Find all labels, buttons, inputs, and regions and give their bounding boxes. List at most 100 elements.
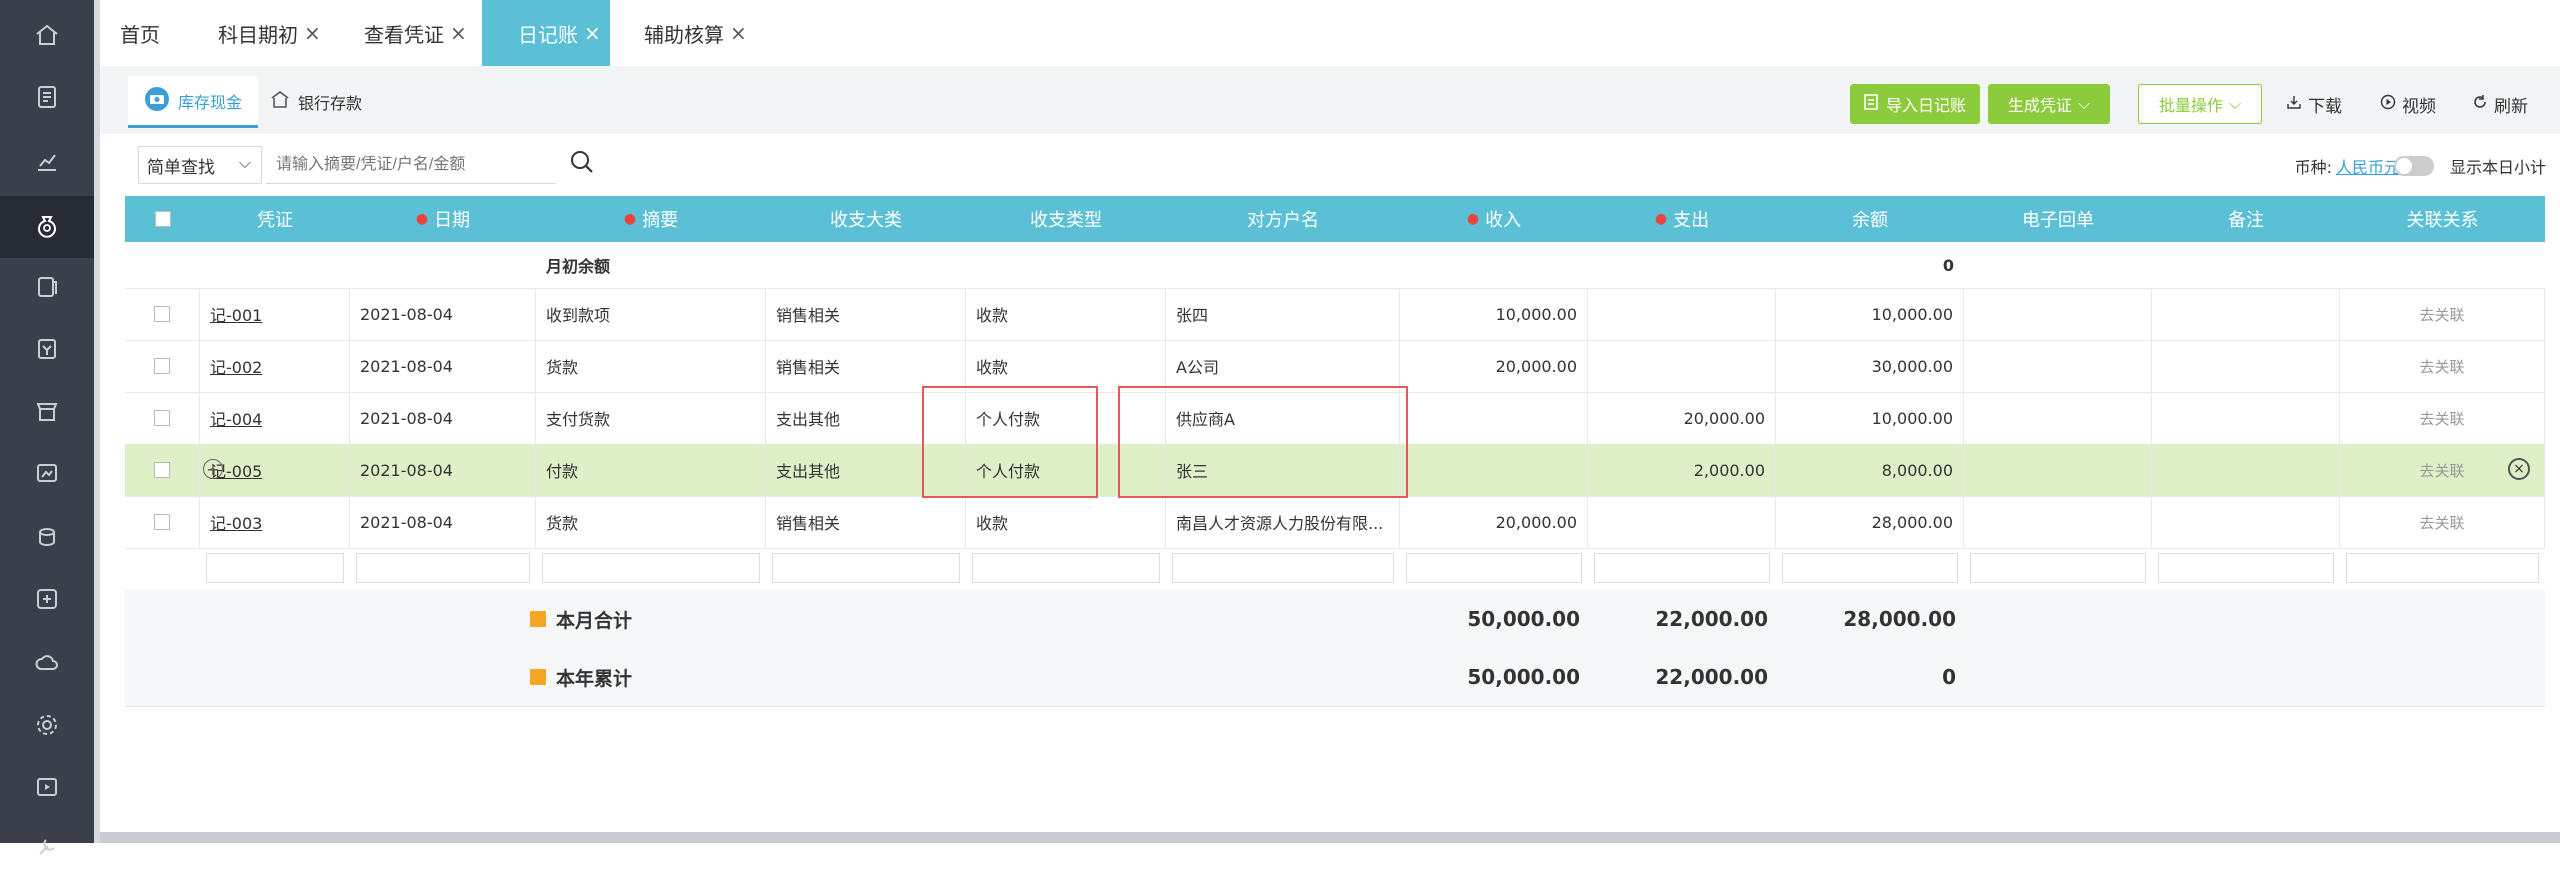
sidebar-item-voucher[interactable] <box>0 570 94 632</box>
row-checkbox-cell <box>125 444 200 496</box>
voucher-link[interactable]: 记-002 <box>210 354 262 378</box>
new-entry-input[interactable] <box>2158 553 2334 583</box>
new-entry-input[interactable] <box>1970 553 2146 583</box>
cell-note <box>2152 392 2340 444</box>
opening-balance-label: 月初余额 <box>546 257 611 276</box>
total-expense: 22,000.00 <box>1655 665 1768 689</box>
sidebar-item-asset[interactable] <box>0 444 94 506</box>
cell-balance: 30,000.00 <box>1776 340 1964 392</box>
sidebar-item-home[interactable] <box>0 6 94 68</box>
tab-journal[interactable]: 日记账 × <box>482 0 610 66</box>
report-icon <box>34 84 60 114</box>
sidebar-item-ledger[interactable] <box>0 258 94 320</box>
year-total-row: 本年累计 50,000.00 22,000.00 0 <box>125 648 2545 707</box>
search-mode-select[interactable]: 简单查找 ⌵ <box>138 146 262 184</box>
sidebar-item-invoice[interactable] <box>0 320 94 382</box>
remove-row-icon[interactable]: × <box>2508 458 2530 480</box>
row-checkbox[interactable] <box>154 358 170 374</box>
row-checkbox-cell <box>125 392 200 444</box>
cell-text: 货款 <box>546 358 579 377</box>
close-icon[interactable]: × <box>730 21 747 45</box>
settings-icon <box>34 712 60 742</box>
search-icon[interactable] <box>568 148 598 178</box>
close-icon[interactable]: × <box>304 21 321 45</box>
table-row[interactable]: 记-003 2021-08-04 货款 销售相关 收款 南昌人才资源人力股份有限... 20… <box>125 496 2545 549</box>
tab-label: 日记账 <box>518 22 578 47</box>
cell-note <box>2152 444 2340 496</box>
horizontal-scrollbar[interactable] <box>100 832 2560 843</box>
cell-text: 2021-08-04 <box>360 408 453 428</box>
cell-date: 2021-08-04 <box>350 496 536 548</box>
new-entry-input[interactable] <box>2346 553 2539 583</box>
cell-voucher: 记-004 <box>200 392 350 444</box>
row-checkbox[interactable] <box>154 410 170 426</box>
sidebar-item-chart[interactable] <box>0 132 94 194</box>
daily-subtotal-toggle[interactable] <box>2394 156 2434 176</box>
close-icon[interactable]: × <box>584 21 601 45</box>
refresh-button[interactable]: 刷新 <box>2472 84 2528 124</box>
sidebar-item-store[interactable] <box>0 382 94 444</box>
cell-type: 收款 <box>966 496 1166 548</box>
link-relation-button[interactable]: 去关联 <box>2419 304 2464 325</box>
video-button[interactable]: 视频 <box>2380 84 2436 124</box>
voucher-link[interactable]: 记-001 <box>210 302 262 326</box>
new-entry-input[interactable] <box>206 553 344 583</box>
generate-label: 生成凭证 <box>2007 96 2072 115</box>
currency-value[interactable]: 人民币元 <box>2336 158 2400 177</box>
column-header-label: 收支大类 <box>830 210 902 231</box>
column-header: 凭证 <box>200 196 350 242</box>
currency-selector[interactable]: 币种: 人民币元 <box>2295 154 2400 178</box>
voucher-link[interactable]: 记-004 <box>210 406 262 430</box>
new-entry-input[interactable] <box>542 553 760 583</box>
store-icon <box>34 398 60 428</box>
new-entry-input[interactable] <box>972 553 1160 583</box>
sidebar-item-coins[interactable] <box>0 508 94 570</box>
cell-expense: 2,000.00 <box>1588 444 1776 496</box>
batch-operation-button[interactable]: 批量操作 ⌵ <box>2138 84 2262 124</box>
select-all-checkbox[interactable] <box>154 211 171 227</box>
opening-balance-row: 月初余额 0 <box>125 242 2545 289</box>
new-entry-input[interactable] <box>1172 553 1394 583</box>
sidebar-item-settings[interactable] <box>0 696 94 758</box>
add-row-icon[interactable]: + <box>203 459 223 479</box>
sidebar-item-media[interactable] <box>0 758 94 820</box>
new-entry-input[interactable] <box>1594 553 1770 583</box>
subtab-cash[interactable]: 库存现金 <box>128 76 259 128</box>
import-journal-button[interactable]: 导入日记账 <box>1850 84 1980 124</box>
download-button[interactable]: 下载 <box>2286 84 2342 124</box>
link-relation-button[interactable]: 去关联 <box>2419 512 2464 533</box>
close-icon[interactable]: × <box>450 21 467 45</box>
cell-text: 28,000.00 <box>1871 512 1953 532</box>
link-relation-button[interactable]: 去关联 <box>2419 408 2464 429</box>
cell-date: 2021-08-04 <box>350 392 536 444</box>
search-input[interactable] <box>266 146 556 184</box>
column-header-label: 对方户名 <box>1247 210 1319 231</box>
voucher-link[interactable]: 记-003 <box>210 510 262 534</box>
sidebar-item-tools[interactable] <box>0 818 94 880</box>
tab-auxiliary[interactable]: 辅助核算 × <box>634 0 757 66</box>
new-entry-input[interactable] <box>772 553 960 583</box>
table-row[interactable]: 记-001 2021-08-04 收到款项 销售相关 收款 张四 10,000.00 10,0… <box>125 288 2545 341</box>
cell-note <box>2152 288 2340 340</box>
row-checkbox[interactable] <box>154 462 170 478</box>
tab-home[interactable]: 首页 <box>110 0 170 66</box>
column-header-label: 电子回单 <box>2022 210 2094 231</box>
sidebar-item-money-bag[interactable] <box>0 196 94 258</box>
row-checkbox[interactable] <box>154 306 170 322</box>
tab-view-voucher[interactable]: 查看凭证 × <box>354 0 477 66</box>
generate-voucher-button[interactable]: 生成凭证 ⌵ <box>1988 84 2110 124</box>
sidebar-item-report[interactable] <box>0 68 94 130</box>
link-relation-button[interactable]: 去关联 <box>2419 460 2464 481</box>
new-entry-input[interactable] <box>1782 553 1958 583</box>
tab-opening-balance[interactable]: 科目期初 × <box>208 0 331 66</box>
new-entry-input[interactable] <box>356 553 530 583</box>
new-entry-input[interactable] <box>1406 553 1582 583</box>
subtab-bank[interactable]: 银行存款 <box>270 76 362 128</box>
row-checkbox[interactable] <box>154 514 170 530</box>
sidebar-item-cloud[interactable] <box>0 634 94 696</box>
link-relation-button[interactable]: 去关联 <box>2419 356 2464 377</box>
cell-category: 销售相关 <box>766 496 966 548</box>
cell-type: 收款 <box>966 288 1166 340</box>
cell-category: 销售相关 <box>766 340 966 392</box>
row-checkbox-cell <box>125 340 200 392</box>
